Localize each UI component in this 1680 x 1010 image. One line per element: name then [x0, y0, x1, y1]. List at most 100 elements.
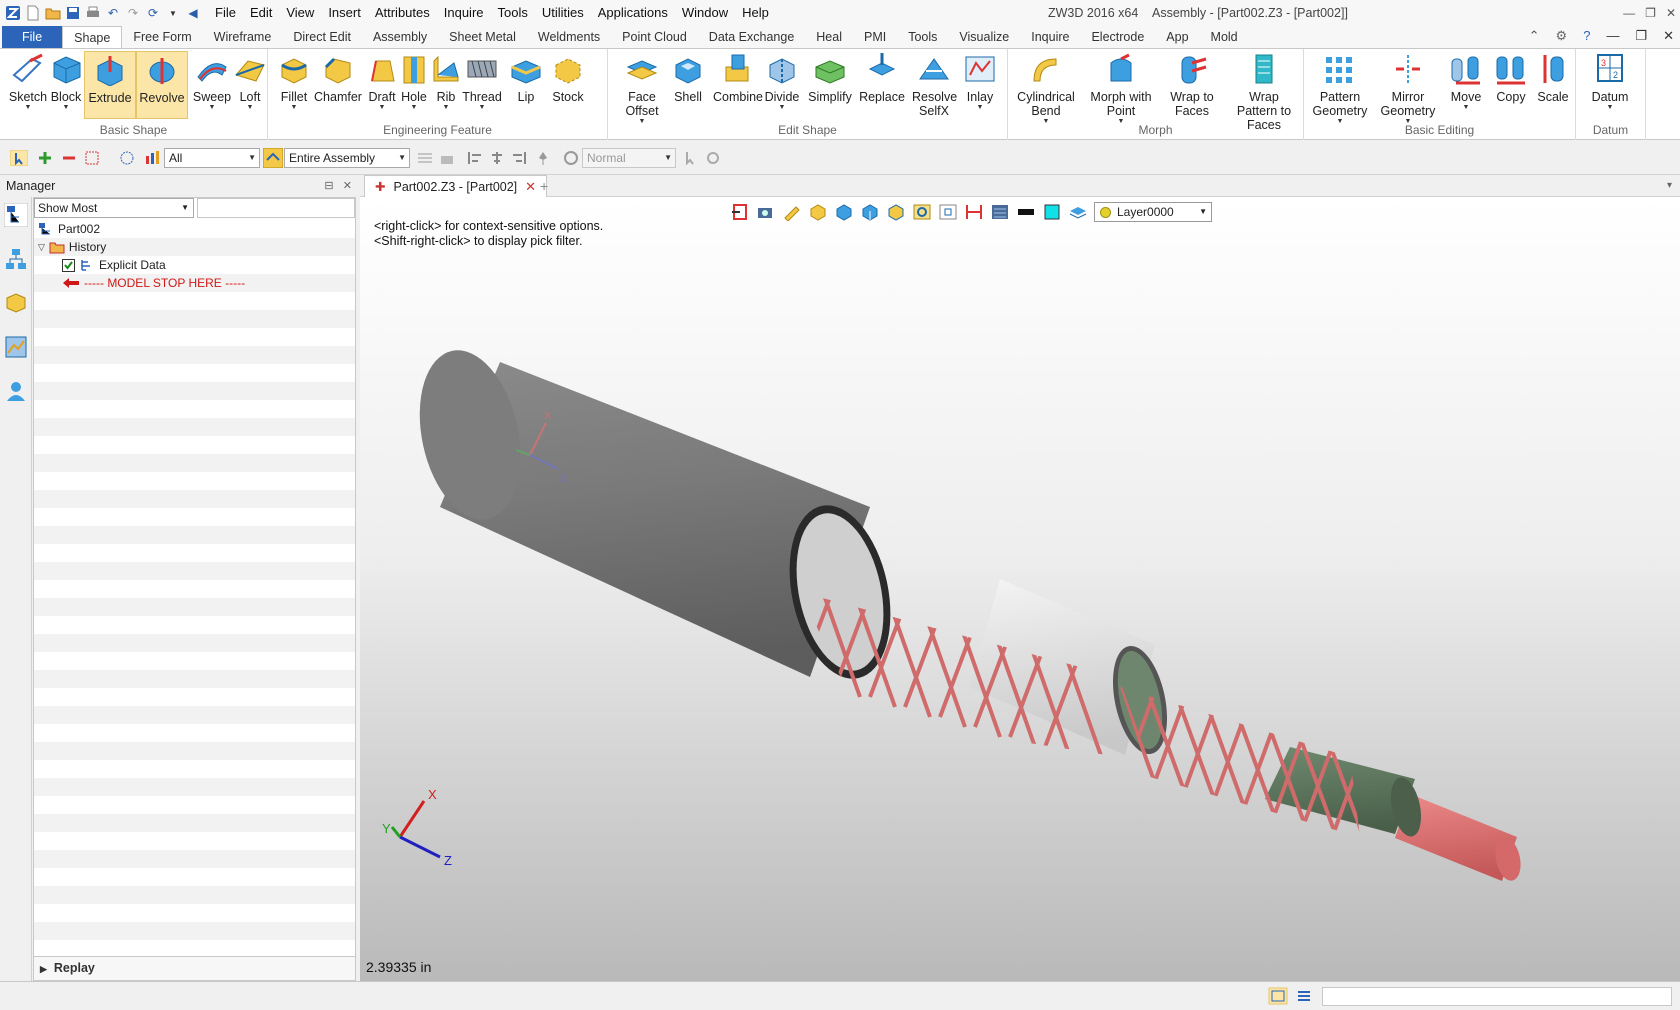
- tab-assembly[interactable]: Assembly: [362, 26, 438, 48]
- line-color-icon[interactable]: [1016, 203, 1036, 221]
- tree-item-explicit-data[interactable]: Explicit Data: [62, 256, 166, 274]
- tree-item-model-stop[interactable]: ----- MODEL STOP HERE -----: [62, 274, 245, 292]
- replace-button[interactable]: Replace: [856, 51, 908, 104]
- scope-dropdown[interactable]: Entire Assembly ▼: [284, 148, 410, 168]
- tab-heal[interactable]: Heal: [805, 26, 853, 48]
- tab-point-cloud[interactable]: Point Cloud: [611, 26, 698, 48]
- copy-button[interactable]: Copy: [1490, 51, 1532, 104]
- tree-item-part[interactable]: Part002: [38, 220, 100, 238]
- divide-button[interactable]: Divide ▼: [756, 51, 808, 112]
- pin-icon[interactable]: [534, 150, 552, 166]
- pick-filter-dropdown[interactable]: All ▼: [164, 148, 260, 168]
- menu-utilities[interactable]: Utilities: [535, 0, 591, 26]
- zoom-fit-icon[interactable]: [912, 203, 932, 221]
- exit-view-icon[interactable]: [730, 203, 750, 221]
- tab-wireframe[interactable]: Wireframe: [203, 26, 283, 48]
- show-filter-dropdown[interactable]: Show Most ▼: [34, 198, 194, 218]
- collapse-ribbon-icon[interactable]: ⌃: [1529, 28, 1540, 44]
- filter-chart-icon[interactable]: [144, 150, 162, 166]
- wrap-to-faces-button[interactable]: Wrap to Faces: [1164, 51, 1220, 118]
- lasso-icon[interactable]: [118, 150, 136, 166]
- tab-visualize[interactable]: Visualize: [948, 26, 1020, 48]
- app-logo-icon[interactable]: [4, 4, 22, 22]
- menu-edit[interactable]: Edit: [243, 0, 279, 26]
- snap-grid-icon[interactable]: [416, 150, 434, 166]
- measure-distance-icon[interactable]: [964, 203, 984, 221]
- replay-bar[interactable]: ▶ Replay: [34, 956, 355, 980]
- layer-dropdown[interactable]: Layer0000 ▼: [1094, 202, 1212, 222]
- mirror-geometry-button[interactable]: Mirror Geometry ▼: [1376, 51, 1440, 126]
- minimize-icon[interactable]: —: [1623, 0, 1635, 26]
- standard-views-icon[interactable]: [860, 203, 880, 221]
- morph-with-point-button[interactable]: Morph with Point ▼: [1088, 51, 1154, 126]
- tree-item-history[interactable]: ▽ History: [38, 238, 106, 256]
- wrap-pattern-button[interactable]: Wrap Pattern to Faces: [1228, 51, 1300, 132]
- snap-lock-icon[interactable]: [438, 150, 456, 166]
- background-icon[interactable]: [990, 203, 1010, 221]
- redo-icon[interactable]: ↷: [124, 4, 142, 22]
- cable-model-scene[interactable]: X Z X Y Z: [360, 197, 1680, 981]
- view-manager-icon[interactable]: [4, 335, 28, 359]
- menu-insert[interactable]: Insert: [321, 0, 368, 26]
- tab-shape[interactable]: Shape: [62, 26, 123, 48]
- history-tree-icon[interactable]: [4, 203, 28, 227]
- doc-restore-icon[interactable]: ❐: [1635, 28, 1647, 44]
- menu-file[interactable]: File: [208, 0, 243, 26]
- tab-electrode[interactable]: Electrode: [1080, 26, 1155, 48]
- tab-file[interactable]: File: [2, 26, 63, 48]
- resolve-selfx-button[interactable]: Resolve SelfX: [908, 51, 960, 118]
- tab-direct-edit[interactable]: Direct Edit: [282, 26, 362, 48]
- align-center-icon[interactable]: [488, 150, 506, 166]
- repeat-icon[interactable]: ⟳: [144, 4, 162, 22]
- tab-part002[interactable]: ✚ Part002.Z3 - [Part002] ✕: [364, 175, 548, 197]
- datum-button[interactable]: 32 Datum ▼: [1584, 51, 1636, 112]
- expand-chevron-icon[interactable]: ▽: [38, 238, 45, 256]
- assembly-scope-icon[interactable]: [263, 148, 283, 168]
- face-color-icon[interactable]: [1042, 203, 1062, 221]
- open-folder-icon[interactable]: [44, 4, 62, 22]
- layer-stack-icon[interactable]: [1068, 203, 1088, 221]
- scale-button[interactable]: Scale: [1532, 51, 1574, 104]
- align-left-icon[interactable]: [466, 150, 484, 166]
- settings-gear-icon[interactable]: ⚙: [1556, 28, 1568, 44]
- menu-applications[interactable]: Applications: [591, 0, 675, 26]
- add-pick-icon[interactable]: [36, 150, 54, 166]
- doc-close-icon[interactable]: ✕: [1663, 28, 1674, 44]
- settings-disabled-icon[interactable]: [704, 150, 722, 166]
- tab-data-exchange[interactable]: Data Exchange: [698, 26, 805, 48]
- assembly-tree-icon[interactable]: [4, 247, 28, 271]
- inlay-button[interactable]: Inlay ▼: [954, 51, 1006, 112]
- restore-icon[interactable]: ❐: [1645, 0, 1656, 26]
- outer-jacket[interactable]: [405, 341, 905, 688]
- align-right-icon[interactable]: [510, 150, 528, 166]
- zoom-window-icon[interactable]: [938, 203, 958, 221]
- graphics-viewport[interactable]: X Z X Y Z Layer0000 ▼ <right-click> for …: [360, 197, 1680, 981]
- shell-button[interactable]: Shell: [662, 51, 714, 104]
- tab-pmi[interactable]: PMI: [853, 26, 897, 48]
- help-icon[interactable]: ?: [1583, 28, 1590, 44]
- revolve-button[interactable]: Revolve: [136, 51, 188, 119]
- tab-weldments[interactable]: Weldments: [527, 26, 611, 48]
- toggle-menu-icon[interactable]: ◀: [184, 4, 202, 22]
- doc-minimize-icon[interactable]: —: [1606, 28, 1619, 44]
- menu-attributes[interactable]: Attributes: [368, 0, 437, 26]
- render-mode-icon[interactable]: [562, 150, 580, 166]
- cursor-disabled-icon[interactable]: [682, 150, 700, 166]
- tab-mold[interactable]: Mold: [1200, 26, 1249, 48]
- menu-view[interactable]: View: [279, 0, 321, 26]
- face-offset-button[interactable]: Face Offset ▼: [616, 51, 668, 126]
- view-triad[interactable]: X Y Z: [382, 787, 452, 868]
- close-icon[interactable]: ✕: [1666, 0, 1676, 26]
- pick-select-icon[interactable]: [10, 150, 28, 166]
- extrude-button[interactable]: Extrude: [84, 51, 136, 119]
- manager-float-icon[interactable]: ⊟: [324, 180, 333, 192]
- tab-tools[interactable]: Tools: [897, 26, 948, 48]
- move-button[interactable]: Move ▼: [1444, 51, 1488, 112]
- shaded-cube-icon[interactable]: [808, 203, 828, 221]
- tab-app[interactable]: App: [1155, 26, 1199, 48]
- tab-sheet-metal[interactable]: Sheet Metal: [438, 26, 527, 48]
- command-input[interactable]: [1322, 987, 1672, 1006]
- menu-inquire[interactable]: Inquire: [437, 0, 491, 26]
- undo-icon[interactable]: ↶: [104, 4, 122, 22]
- cylindrical-bend-button[interactable]: Cylindrical Bend ▼: [1014, 51, 1078, 126]
